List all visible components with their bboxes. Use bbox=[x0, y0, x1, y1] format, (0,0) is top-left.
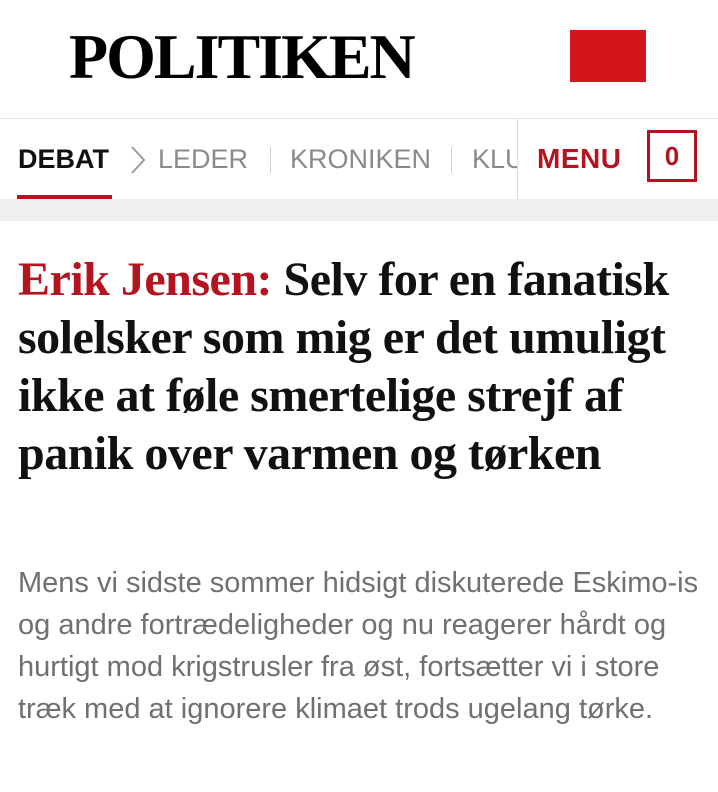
nav-separator bbox=[451, 147, 452, 173]
nav-item-kroniken[interactable]: KRONIKEN bbox=[290, 119, 431, 199]
section-navigation: DEBAT LEDER KRONIKEN KLU MENU bbox=[0, 119, 718, 200]
counter-badge[interactable]: 0 bbox=[647, 130, 697, 182]
politiken-logo[interactable]: POLITIKEN bbox=[69, 22, 416, 92]
nav-items: DEBAT LEDER KRONIKEN KLU bbox=[0, 119, 517, 199]
nav-item-leder[interactable]: LEDER bbox=[158, 119, 248, 199]
logo-red-square bbox=[570, 30, 646, 82]
divider-band bbox=[0, 199, 718, 221]
chevron-right-icon bbox=[131, 146, 146, 174]
nav-item-debat[interactable]: DEBAT bbox=[18, 119, 109, 199]
nav-item-klummer[interactable]: KLU bbox=[472, 119, 517, 199]
author-byline: Erik Jensen: bbox=[18, 253, 273, 306]
nav-separator bbox=[270, 147, 271, 173]
article-subtitle: Mens vi sidste sommer hidsigt diskutered… bbox=[18, 567, 699, 725]
masthead: POLITIKEN bbox=[0, 0, 718, 119]
menu-button[interactable]: MENU bbox=[537, 119, 621, 199]
nav-divider bbox=[517, 119, 518, 199]
article-headline[interactable]: Erik Jensen: Selv for en fanatisk solels… bbox=[18, 251, 708, 483]
